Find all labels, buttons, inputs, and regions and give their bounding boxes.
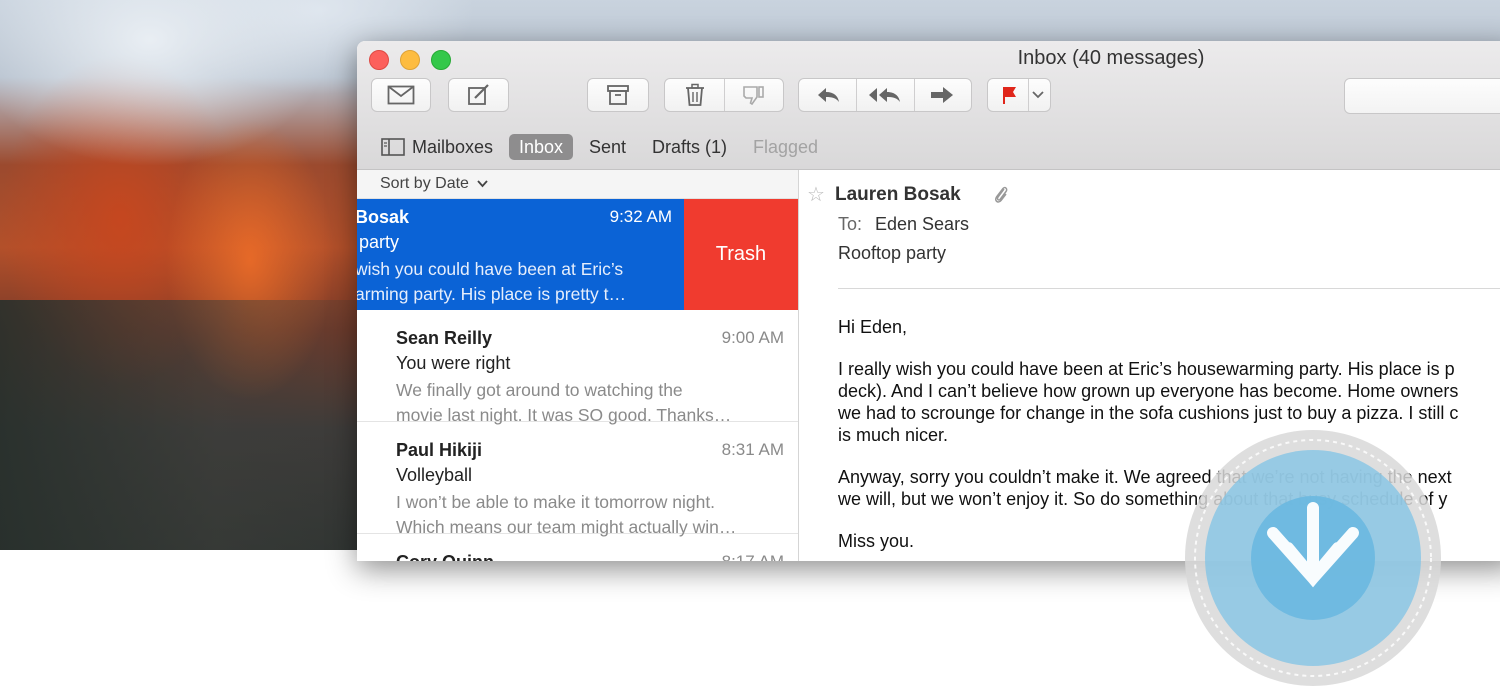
- search-field[interactable]: [1344, 78, 1500, 114]
- message-to: Eden Sears: [875, 214, 970, 234]
- body-greeting: Hi Eden,: [838, 317, 908, 337]
- reply-all-button[interactable]: [856, 85, 913, 105]
- message-subject: party: [359, 232, 400, 252]
- list-item[interactable]: Sean Reilly 9:00 AM You were right We fi…: [357, 310, 798, 425]
- preview-line: arming party. His place is pretty t…: [357, 284, 627, 304]
- body-line: we had to scrounge for change in the sof…: [838, 403, 1459, 423]
- preview-line: I won’t be able to make it tomorrow nigh…: [396, 492, 716, 512]
- watermark-logo: [1185, 430, 1441, 686]
- favorite-inbox[interactable]: Inbox: [509, 134, 574, 160]
- titlebar: Inbox (40 messages) Mailboxes Inbox Sent…: [357, 41, 1500, 170]
- reply-group: [798, 78, 972, 112]
- message-subject-header: Rooftop party: [838, 243, 947, 263]
- swipe-trash-button[interactable]: Trash: [684, 199, 798, 310]
- trash-icon: [685, 83, 704, 106]
- message-from: Lauren Bosak: [835, 184, 961, 205]
- flag-button[interactable]: [987, 78, 1051, 112]
- mailboxes-button[interactable]: Mailboxes: [371, 134, 503, 160]
- list-item[interactable]: Bosak 9:32 AM party wish you could have …: [357, 199, 798, 310]
- message-sender: Paul Hikiji: [396, 440, 483, 460]
- chevron-down-icon: [477, 180, 489, 188]
- forward-button[interactable]: [914, 85, 971, 105]
- sidebar-icon: [381, 138, 405, 156]
- paperclip-icon[interactable]: [993, 184, 1009, 204]
- message-subject: Volleyball: [396, 465, 473, 485]
- reply-all-icon: [868, 88, 900, 102]
- junk-button[interactable]: [724, 84, 783, 106]
- favorite-sent[interactable]: Sent: [579, 134, 636, 160]
- forward-icon: [931, 87, 954, 103]
- body-line: I really wish you could have been at Eri…: [838, 359, 1455, 379]
- chevron-down-icon[interactable]: [1032, 91, 1044, 99]
- message-time: 8:31 AM: [721, 440, 784, 459]
- list-item[interactable]: Cory Quinn 8:17 AM: [357, 534, 798, 561]
- flag-icon: [1003, 87, 1016, 104]
- envelope-icon: [387, 85, 415, 105]
- archive-button[interactable]: [587, 78, 649, 112]
- message-preview: We finally got around to watching the mo…: [396, 378, 786, 428]
- header-divider: [838, 288, 1500, 289]
- reply-button[interactable]: [799, 85, 856, 105]
- message-preview: wish you could have been at Eric’s armin…: [357, 257, 667, 307]
- message-time: 8:17 AM: [722, 552, 784, 561]
- preview-line: We finally got around to watching the: [396, 380, 683, 400]
- window-title: Inbox (40 messages): [1017, 47, 1205, 69]
- star-icon[interactable]: ☆: [807, 182, 825, 207]
- message-sender: Bosak: [357, 207, 410, 227]
- segment-divider: [856, 79, 857, 111]
- message-sender: Sean Reilly: [396, 328, 493, 348]
- favorites-bar: Mailboxes Inbox Sent Drafts (1) Flagged: [357, 126, 1500, 166]
- message-time: 9:00 AM: [721, 328, 784, 347]
- body-line: deck). And I can’t believe how grown up …: [838, 381, 1459, 401]
- segment-divider: [724, 79, 725, 111]
- segment-divider: [914, 79, 915, 111]
- to-label: To:: [838, 214, 863, 234]
- message-sender: Cory Quinn: [396, 552, 494, 561]
- favorite-flagged[interactable]: Flagged: [743, 134, 828, 160]
- thumbs-down-icon: [742, 86, 764, 106]
- segment-divider: [1028, 79, 1029, 111]
- preview-line: wish you could have been at Eric’s: [357, 259, 624, 279]
- message-subject: You were right: [396, 353, 511, 373]
- sort-control[interactable]: Sort by Date: [357, 170, 798, 199]
- compose-icon: [467, 84, 489, 105]
- sort-label: Sort by Date: [380, 175, 469, 192]
- favorite-drafts[interactable]: Drafts (1): [642, 134, 737, 160]
- message-preview: I won’t be able to make it tomorrow nigh…: [396, 490, 786, 540]
- message-time: 9:32 AM: [609, 207, 672, 226]
- list-item[interactable]: Paul Hikiji 8:31 AM Volleyball I won’t b…: [357, 422, 798, 537]
- delete-button[interactable]: [665, 83, 724, 107]
- get-mail-button[interactable]: [371, 78, 431, 112]
- mailboxes-label: Mailboxes: [412, 137, 494, 157]
- archive-icon: [607, 85, 629, 105]
- reply-icon: [817, 88, 839, 102]
- compose-button[interactable]: [448, 78, 509, 112]
- body-line: is much nicer.: [838, 425, 949, 445]
- message-list: Sort by Date Bosak 9:32 AM party wish yo…: [357, 170, 799, 561]
